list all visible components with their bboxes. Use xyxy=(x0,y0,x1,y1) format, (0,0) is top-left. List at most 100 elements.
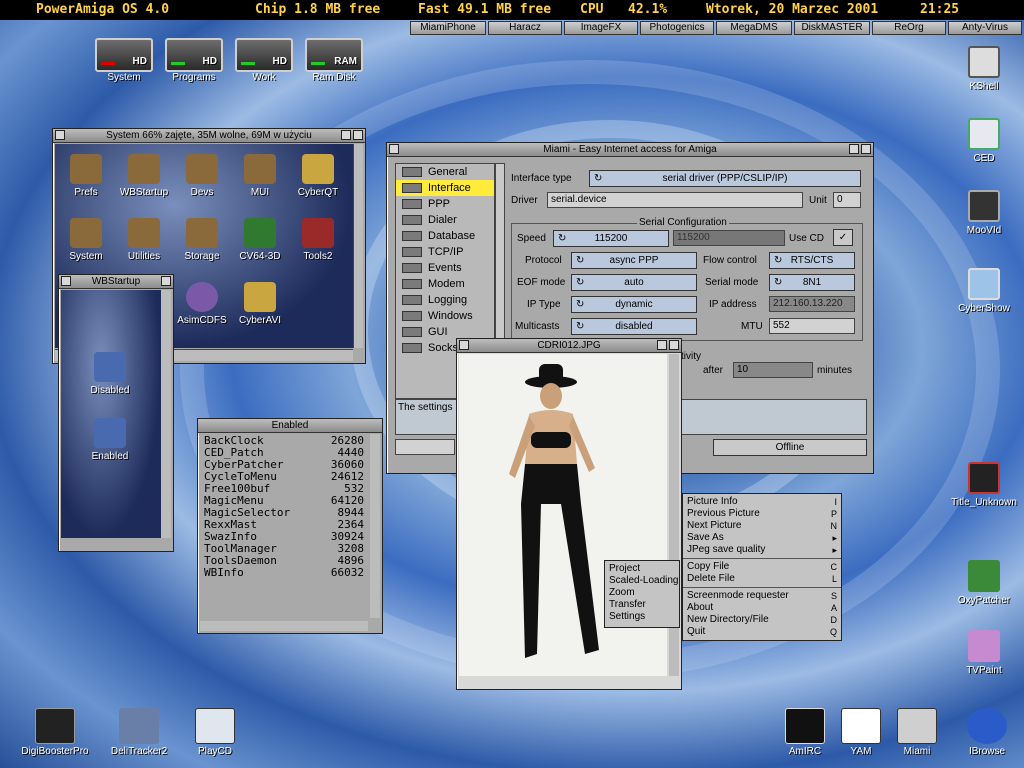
system-window-titlebar[interactable]: System 66% zajęte, 35M wolne, 69M w użyc… xyxy=(53,129,365,143)
speed-entry[interactable]: 115200 xyxy=(673,230,785,246)
nav-item-database[interactable]: Database xyxy=(396,228,494,244)
multicasts-cycle[interactable]: disabled xyxy=(571,318,697,335)
icon-digiboosterpro[interactable]: DigiBoosterPro xyxy=(20,708,90,757)
icon-moovid[interactable]: MooVId xyxy=(944,190,1024,236)
dock-button-antivirus[interactable]: Anty-Virus xyxy=(948,21,1022,35)
vertical-scrollbar[interactable] xyxy=(370,434,380,618)
drive-ram-disk[interactable]: RAM Ram Disk xyxy=(302,38,366,83)
icon-miami[interactable]: Miami xyxy=(882,708,952,757)
dock-button-diskmaster[interactable]: DiskMASTER xyxy=(794,21,870,35)
close-icon[interactable] xyxy=(389,144,399,154)
nav-item-ppp[interactable]: PPP xyxy=(396,196,494,212)
drawer-disabled[interactable]: Disabled xyxy=(81,352,139,396)
driver-field[interactable]: serial.device xyxy=(547,192,803,208)
mtu-field[interactable]: 552 xyxy=(769,318,855,334)
drawer-tools2[interactable]: Tools2 xyxy=(289,218,347,262)
nav-item-logging[interactable]: Logging xyxy=(396,292,494,308)
menu-item[interactable]: Quit Q xyxy=(683,626,841,638)
drive-programs[interactable]: HD Programs xyxy=(162,38,226,83)
drawer-system[interactable]: System xyxy=(57,218,115,262)
drawer-prefs[interactable]: Prefs xyxy=(57,154,115,198)
enabled-window[interactable]: Enabled BackClock 26280 CED_Patch 4440 Cyber… xyxy=(197,418,383,634)
serial-mode-cycle[interactable]: 8N1 xyxy=(769,274,855,291)
icon-cybershow[interactable]: CyberShow xyxy=(944,268,1024,314)
enabled-list[interactable]: BackClock 26280 CED_Patch 4440 CyberPatcher 3… xyxy=(198,433,370,581)
zoom-icon[interactable] xyxy=(353,130,363,140)
close-icon[interactable] xyxy=(459,340,469,350)
menu-item[interactable]: Previous Picture P xyxy=(683,508,841,520)
icon-playcd[interactable]: PlayCD xyxy=(180,708,250,757)
menu-item[interactable]: Picture Info I xyxy=(683,496,841,508)
close-icon[interactable] xyxy=(61,276,71,286)
menu-item[interactable]: Next Picture N xyxy=(683,520,841,532)
wbstartup-window[interactable]: WBStartup Disabled Enabled xyxy=(58,274,174,552)
menu-item[interactable]: JPeg save quality ▸ xyxy=(683,544,841,556)
menu-item[interactable]: Screenmode requester S xyxy=(683,590,841,602)
menu-item[interactable]: Settings xyxy=(605,611,679,623)
unit-field[interactable]: 0 xyxy=(833,192,861,208)
icon-tvpaint[interactable]: TVPaint xyxy=(944,630,1024,676)
drawer-devs[interactable]: Devs xyxy=(173,154,231,198)
dock-button-megadms[interactable]: MegaDMS xyxy=(716,21,792,35)
nav-item-interface[interactable]: Interface xyxy=(396,180,494,196)
nav-item-events[interactable]: Events xyxy=(396,260,494,276)
use-cd-checkbox[interactable]: ✓ xyxy=(833,229,853,246)
dock-button-haracz[interactable]: Haracz xyxy=(488,21,562,35)
flow-control-cycle[interactable]: RTS/CTS xyxy=(769,252,855,269)
menu-item[interactable]: About A xyxy=(683,602,841,614)
enabled-window-titlebar[interactable]: Enabled xyxy=(198,419,382,433)
menu-item[interactable]: New Directory/File D xyxy=(683,614,841,626)
list-item[interactable]: WBInfo 66032 xyxy=(204,567,364,579)
menu-item[interactable]: Scaled-Loading xyxy=(605,575,679,587)
horizontal-scrollbar[interactable] xyxy=(200,621,368,631)
icon-oxypatcher[interactable]: OxyPatcher xyxy=(944,560,1024,606)
drawer-asimcdfs[interactable]: AsimCDFS xyxy=(173,282,231,326)
protocol-cycle[interactable]: async PPP xyxy=(571,252,697,269)
offline-button[interactable]: Offline xyxy=(713,439,867,456)
nav-item-windows[interactable]: Windows xyxy=(396,308,494,324)
zoom-icon[interactable] xyxy=(669,340,679,350)
drive-work[interactable]: HD Work xyxy=(232,38,296,83)
icon-delitracker2[interactable]: DeliTracker2 xyxy=(104,708,174,757)
depth-icon[interactable] xyxy=(849,144,859,154)
ip-type-cycle[interactable]: dynamic xyxy=(571,296,697,313)
drive-system[interactable]: HD System xyxy=(92,38,156,83)
close-icon[interactable] xyxy=(55,130,65,140)
dock-button-miamiphone[interactable]: MiamiPhone xyxy=(410,21,486,35)
wbstartup-window-titlebar[interactable]: WBStartup xyxy=(59,275,173,289)
picture-menu[interactable]: Picture Info I Previous Picture P Next Pictu… xyxy=(682,493,842,641)
popup-menu[interactable]: Project Scaled-Loading Zoom Transfer Setting… xyxy=(604,560,680,628)
depth-icon[interactable] xyxy=(657,340,667,350)
speed-cycle[interactable]: 115200 xyxy=(553,230,669,247)
drawer-cyberqt[interactable]: CyberQT xyxy=(289,154,347,198)
eof-mode-cycle[interactable]: auto xyxy=(571,274,697,291)
dock-button-imagefx[interactable]: ImageFX xyxy=(564,21,638,35)
menu-item[interactable]: Transfer xyxy=(605,599,679,611)
icon-kshell[interactable]: KShell xyxy=(944,46,1024,92)
nav-item-dialer[interactable]: Dialer xyxy=(396,212,494,228)
screen-title-bar[interactable]: PowerAmiga OS 4.0 Chip 1.8 MB free Fast … xyxy=(0,0,1024,20)
menu-item[interactable]: Delete File L xyxy=(683,573,841,585)
drawer-enabled[interactable]: Enabled xyxy=(81,418,139,462)
vertical-scrollbar[interactable] xyxy=(353,144,363,348)
vertical-scrollbar[interactable] xyxy=(161,290,171,538)
menu-item[interactable]: Zoom xyxy=(605,587,679,599)
depth-icon[interactable] xyxy=(341,130,351,140)
drawer-cyberavi[interactable]: CyberAVI xyxy=(231,282,289,326)
icon-ced[interactable]: CED xyxy=(944,118,1024,164)
interface-type-cycle[interactable]: serial driver (PPP/CSLIP/IP) xyxy=(589,170,861,187)
icon-title-unknown[interactable]: Title_Unknown xyxy=(944,462,1024,508)
drawer-utilities[interactable]: Utilities xyxy=(115,218,173,262)
zoom-icon[interactable] xyxy=(861,144,871,154)
drawer-cv64-3d[interactable]: CV64-3D xyxy=(231,218,289,262)
image-window[interactable]: CDRI012.JPG xyxy=(456,338,682,690)
depth-icon[interactable] xyxy=(161,276,171,286)
dock-button-reorg[interactable]: ReOrg xyxy=(872,21,946,35)
nav-item-general[interactable]: General xyxy=(396,164,494,180)
nav-item-modem[interactable]: Modem xyxy=(396,276,494,292)
menu-item[interactable]: Save As ▸ xyxy=(683,532,841,544)
drawer-mui[interactable]: MUI xyxy=(231,154,289,198)
menu-item[interactable]: Project xyxy=(605,563,679,575)
dock-button-photogenics[interactable]: Photogenics xyxy=(640,21,714,35)
nav-item-tcp-ip[interactable]: TCP/IP xyxy=(396,244,494,260)
